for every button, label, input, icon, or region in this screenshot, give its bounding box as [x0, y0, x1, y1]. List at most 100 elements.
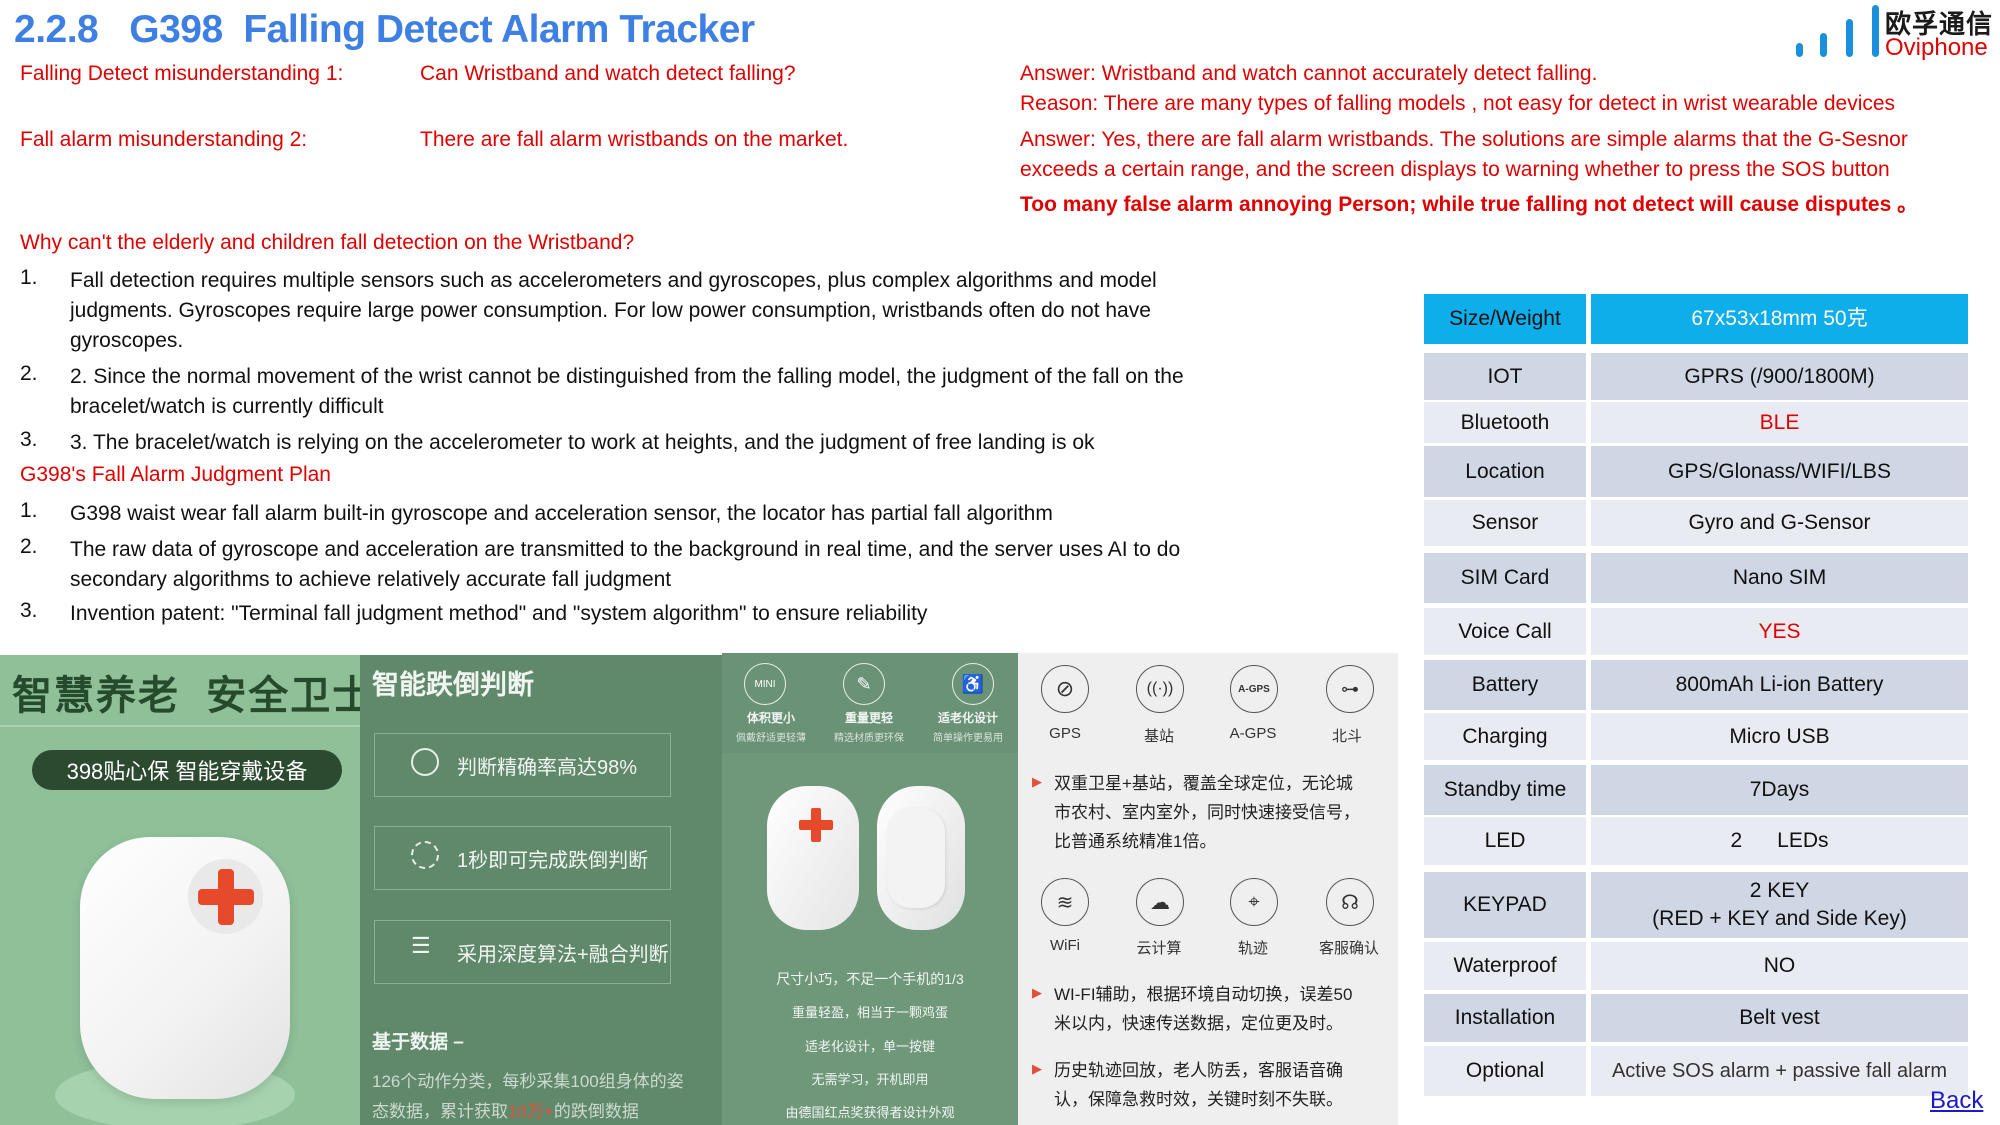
panel1-divider	[0, 725, 360, 727]
misunderstanding-2-label: Fall alarm misunderstanding 2:	[20, 128, 308, 151]
spec-row: Standby time 7Days	[1424, 765, 1968, 815]
bullet-arrow-icon: ▶	[1032, 774, 1042, 789]
red-cross-icon-bar	[198, 889, 254, 905]
spec-row: Optional Active SOS alarm + passive fall …	[1424, 1046, 1968, 1096]
agps-icon: A-GPS	[1230, 665, 1278, 713]
logo-signal-bar-4	[1872, 5, 1879, 57]
spec-label: Installation	[1424, 994, 1586, 1042]
spec-value: Belt vest	[1591, 994, 1968, 1042]
why-heading: Why can't the elderly and children fall …	[20, 231, 635, 254]
logo-signal-bar-3	[1846, 19, 1853, 57]
spec-row: Battery 800mAh Li-ion Battery	[1424, 660, 1968, 710]
spec-label: Standby time	[1424, 765, 1586, 815]
spec-row: Installation Belt vest	[1424, 994, 1968, 1042]
panel1-badge: 398贴心保 智能穿戴设备	[32, 750, 342, 790]
p3-line-3: 适老化设计，单一按键	[804, 1039, 935, 1054]
title-text: Falling Detect Alarm Tracker	[243, 8, 755, 51]
bullet-2: WI-FI辅助，根据环境自动切换，误差50 米以内，快速传送数据，定位更及时。	[1054, 980, 1352, 1038]
logo-english: Oviphone	[1885, 34, 1988, 61]
misunderstanding-2-question: There are fall alarm wristbands on the m…	[420, 128, 849, 151]
page-title: 2.2.8 G398 Falling Detect Alarm Tracker	[14, 8, 755, 52]
spec-value: Micro USB	[1591, 713, 1968, 760]
bullet-1-line-2: 市农村、室内室外，同时快速接受信号，	[1054, 803, 1360, 822]
spec-value-line-2: (RED + KEY and Side Key)	[1652, 907, 1907, 930]
p3-line-5: 由德国红点奖获得者设计外观	[785, 1105, 955, 1120]
spec-row: Sensor Gyro and G-Sensor	[1424, 500, 1968, 546]
bullet-arrow-icon: ▶	[1032, 1061, 1042, 1076]
data-heading: 基于数据 –	[372, 1032, 464, 1053]
spec-label: IOT	[1424, 353, 1586, 400]
bullet-3-line-2: 认，保障急救时效，关键时刻不失联。	[1054, 1090, 1343, 1109]
bullet-1-line-1: 双重卫星+基站，覆盖全球定位，无论城	[1054, 774, 1353, 793]
data-line-2-pre: 态数据，累计获取	[372, 1102, 508, 1121]
spec-value: 2 LEDs	[1591, 817, 1968, 865]
plan-heading: G398's Fall Alarm Judgment Plan	[20, 463, 331, 486]
beidou-satellite-icon: ⊶	[1326, 665, 1374, 713]
spec-label: Voice Call	[1424, 608, 1586, 655]
red-cross-icon-bar	[799, 820, 833, 830]
badge-2-title: 重量更轻	[844, 711, 893, 725]
why-item-2-number: 2.	[20, 362, 38, 385]
data-line-2-post: 的跌倒数据	[553, 1102, 639, 1121]
bullet-arrow-icon: ▶	[1032, 985, 1042, 1000]
badge-3-title: 适老化设计	[937, 711, 998, 725]
logo-signal-bar-2	[1820, 33, 1827, 57]
panel2-title: 智能跌倒判断	[372, 670, 534, 700]
spec-label: SIM Card	[1424, 553, 1586, 603]
size-weight-panel: MINI ✎ ♿ 体积更小 重量更轻 适老化设计 佩戴舒适更轻薄 精选材质更环保…	[722, 653, 1018, 1125]
plan-item-3: Invention patent: "Terminal fall judgmen…	[70, 602, 928, 625]
back-link[interactable]: Back	[1930, 1087, 1983, 1115]
why-item-1: Fall detection requires multiple sensors…	[70, 269, 1157, 352]
plan-item-1-number: 1.	[20, 499, 38, 522]
row1-label-3: A-GPS	[1229, 725, 1277, 742]
product-image-panel-1: 智慧养老 安全卫士 398贴心保 智能穿戴设备	[0, 655, 360, 1125]
row2-label-3: 轨迹	[1237, 940, 1268, 957]
spec-row: Size/Weight 67x53x18mm 50克	[1424, 294, 1968, 344]
spec-value: 67x53x18mm 50克	[1591, 294, 1968, 344]
bullet-2-line-2: 米以内，快速传送数据，定位更及时。	[1054, 1014, 1343, 1033]
plan-item-1: G398 waist wear fall alarm built-in gyro…	[70, 502, 1053, 525]
base-station-icon: ((·))	[1136, 665, 1184, 713]
target-icon	[411, 748, 439, 776]
feature-box-2: 1秒即可完成跌倒判断	[374, 826, 671, 890]
spec-value: 7Days	[1591, 765, 1968, 815]
model-name: G398	[129, 8, 223, 51]
spec-label: Sensor	[1424, 500, 1586, 546]
p3-line-2: 重量轻盈，相当于一颗鸡蛋	[791, 1005, 948, 1020]
spec-label: LED	[1424, 817, 1586, 865]
feature-box-3: ☰ 采用深度算法+融合判断	[374, 920, 671, 984]
misunderstanding-2-emphasis: Too many false alarm annoying Person; wh…	[1020, 193, 1919, 216]
row2-label-4: 客服确认	[1318, 940, 1379, 957]
spec-label: Waterproof	[1424, 942, 1586, 990]
misunderstanding-1-question: Can Wristband and watch detect falling?	[420, 62, 796, 85]
bullet-2-line-1: WI-FI辅助，根据环境自动切换，误差50	[1054, 985, 1353, 1004]
plan-item-3-number: 3.	[20, 599, 38, 622]
spec-label: KEYPAD	[1424, 872, 1586, 938]
misunderstanding-2-answer-line-2: exceeds a certain range, and the screen …	[1020, 158, 1890, 181]
misunderstanding-2-answer-line-1: Answer: Yes, there are fall alarm wristb…	[1020, 128, 1908, 151]
mini-icon: MINI	[744, 663, 786, 705]
cloud-icon: ☁	[1136, 878, 1184, 926]
why-item-3-number: 3.	[20, 428, 38, 451]
spec-value: GPRS (/900/1800M)	[1591, 353, 1968, 400]
row2-label-2: 云计算	[1136, 940, 1182, 957]
data-highlight: 10万+	[508, 1102, 554, 1121]
spec-value: Active SOS alarm + passive fall alarm	[1591, 1046, 1968, 1096]
spec-row: Voice Call YES	[1424, 608, 1968, 655]
spec-value: BLE	[1591, 402, 1968, 443]
spec-row: Location GPS/Glonass/WIFI/LBS	[1424, 446, 1968, 497]
data-line-1: 126个动作分类，每秒采集100组身体的姿	[372, 1072, 684, 1091]
row1-label-2: 基站	[1143, 728, 1174, 745]
misunderstanding-1-label: Falling Detect misunderstanding 1:	[20, 62, 344, 85]
plan-item-2-number: 2.	[20, 535, 38, 558]
belt-clip	[887, 808, 945, 908]
bullet-3-line-1: 历史轨迹回放，老人防丢，客服语音确	[1054, 1061, 1343, 1080]
row1-label-4: 北斗	[1331, 728, 1362, 745]
spec-label: Battery	[1424, 660, 1586, 710]
why-item-1-number: 1.	[20, 266, 38, 289]
device-image	[80, 837, 290, 1099]
bullet-3: 历史轨迹回放，老人防丢，客服语音确 认，保障急救时效，关键时刻不失联。	[1054, 1056, 1343, 1114]
spec-value: 2 KEY (RED + KEY and Side Key)	[1591, 872, 1968, 938]
spec-label: Location	[1424, 446, 1586, 497]
spec-label: Optional	[1424, 1046, 1586, 1096]
